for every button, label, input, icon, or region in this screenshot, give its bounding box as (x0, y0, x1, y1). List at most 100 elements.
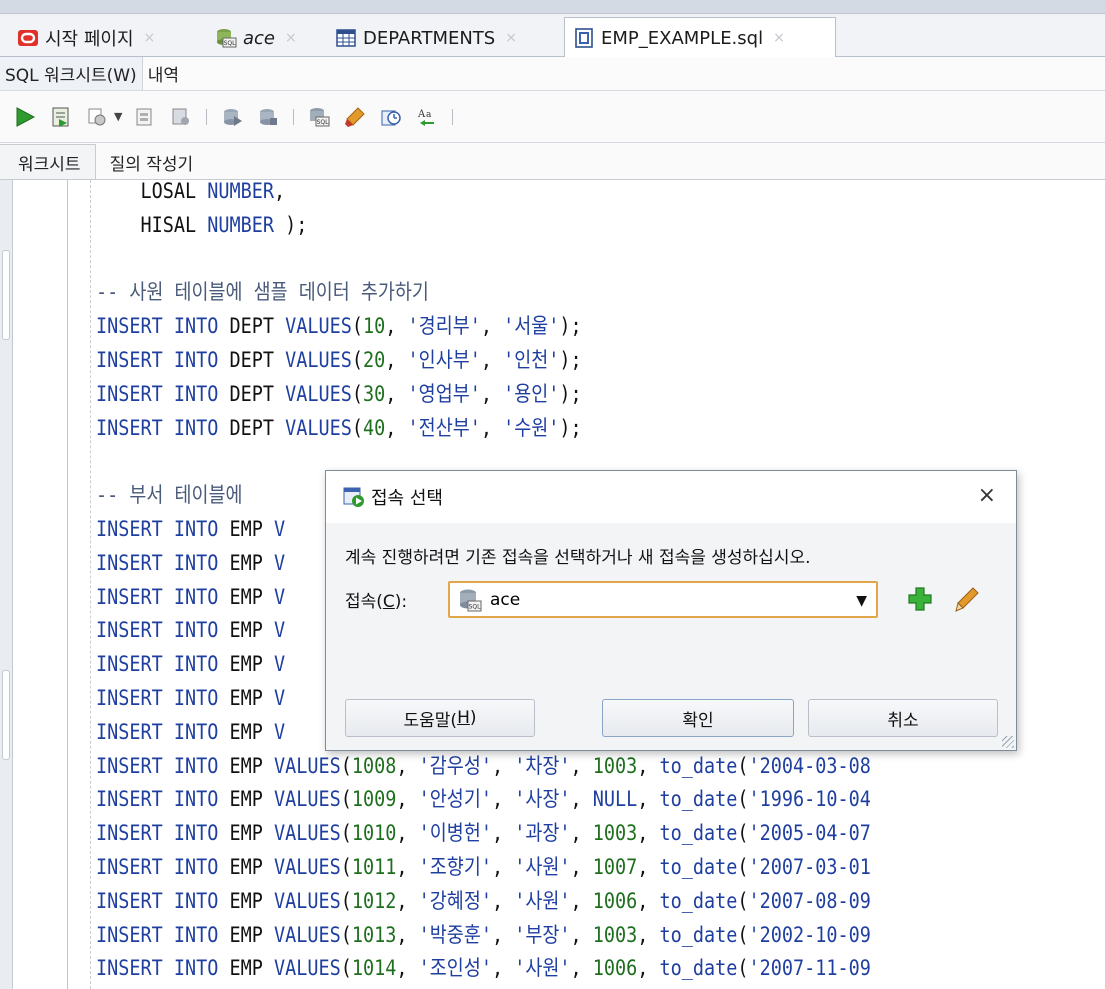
code-token: INSERT INTO (96, 347, 230, 372)
chevron-down-icon[interactable]: ▼ (114, 110, 122, 123)
code-line[interactable]: INSERT INTO EMP VALUES(1013, '박중훈', '부장'… (96, 919, 997, 953)
code-token: , (637, 753, 660, 778)
sql-tuning-icon[interactable] (168, 104, 194, 130)
code-token: 1006 (592, 956, 638, 981)
commit-icon[interactable] (219, 104, 245, 130)
code-token: , (396, 787, 419, 812)
run-script-icon[interactable] (48, 104, 74, 130)
close-icon[interactable]: × (144, 30, 156, 46)
code-line[interactable]: INSERT INTO DEPT VALUES(20, '인사부', '인천')… (96, 344, 997, 378)
code-token: -- 사원 테이블에 샘플 데이터 추가하기 (96, 280, 429, 305)
code-token: INSERT INTO (96, 618, 230, 643)
code-line[interactable]: -- 사원 테이블에 샘플 데이터 추가하기 (96, 276, 997, 310)
code-token: 30 (363, 381, 386, 406)
history-icon[interactable] (378, 104, 404, 130)
close-icon[interactable]: × (978, 485, 996, 507)
dialog-titlebar[interactable]: 접속 선택 × (326, 471, 1016, 523)
code-line[interactable] (96, 243, 997, 277)
code-token: ); (559, 314, 582, 339)
code-line[interactable]: INSERT INTO EMP VALUES(1010, '이병헌', '과장'… (96, 817, 997, 851)
code-token: , (480, 415, 504, 440)
code-line[interactable]: INSERT INTO EMP VALUES(1014, '조인성', '사원'… (96, 952, 997, 986)
code-token: INSERT INTO (96, 821, 230, 846)
close-icon[interactable]: × (505, 30, 517, 46)
code-token: VALUES (285, 314, 352, 339)
code-token: INSERT INTO (96, 753, 230, 778)
tab-emp-example-sql[interactable]: EMP_EXAMPLE.sql × (564, 17, 836, 58)
code-token: 1003 (592, 821, 638, 846)
side-panel-handle[interactable] (2, 250, 10, 340)
code-token: 1003 (592, 922, 638, 947)
tab-worksheet[interactable]: 워크시트 (0, 144, 96, 179)
code-token: ( (351, 314, 364, 339)
tab-history[interactable]: 내역 (143, 57, 184, 90)
code-token: NUMBER (207, 180, 275, 203)
code-token: to_date (659, 821, 738, 846)
code-line[interactable]: INSERT INTO EMP VALUES(1011, '조향기', '사원'… (96, 851, 997, 885)
code-token: 20 (363, 347, 386, 372)
tab-start-page[interactable]: 시작 페이지 × (8, 18, 204, 57)
code-line[interactable]: INSERT INTO DEPT VALUES(10, '경리부', '서울')… (96, 310, 997, 344)
code-token: '2007-08-09 (748, 888, 871, 913)
code-line[interactable]: INSERT INTO EMP VALUES(1009, '안성기', '사장'… (96, 783, 997, 817)
code-token: , (385, 314, 408, 339)
code-line[interactable]: INSERT INTO EMP VALUES(1012, '강혜정', '사원'… (96, 885, 997, 919)
dialog-title: 접속 선택 (371, 488, 443, 509)
clear-icon[interactable] (342, 104, 368, 130)
run-statement-icon[interactable] (12, 104, 38, 130)
tab-query-builder[interactable]: 질의 작성기 (96, 145, 208, 179)
code-token: VALUES (285, 415, 352, 440)
sql-worksheet-subtabs: SQL 워크시트(W) 내역 (0, 57, 1105, 91)
edit-connection-icon[interactable] (953, 585, 981, 613)
code-token: -- 부서 테이블에 (96, 483, 254, 508)
database-connection-icon: SQL (215, 27, 237, 49)
explain-plan-icon[interactable] (132, 104, 158, 130)
unshared-sql-icon[interactable]: SQL (306, 104, 332, 130)
code-token: ( (340, 821, 352, 846)
chevron-down-icon[interactable]: ▼ (856, 593, 867, 609)
code-line[interactable]: HISAL NUMBER ); (96, 209, 997, 243)
tab-sql-worksheet[interactable]: SQL 워크시트(W) (0, 57, 143, 90)
tab-label: EMP_EXAMPLE.sql (601, 27, 764, 49)
resize-grip[interactable] (1002, 736, 1014, 748)
code-token: VALUES (274, 922, 341, 947)
close-icon[interactable]: × (285, 30, 297, 46)
side-panel-handle[interactable] (2, 670, 10, 760)
code-token: ( (737, 821, 749, 846)
code-token: INSERT INTO (96, 415, 230, 440)
dialog-message: 계속 진행하려면 기존 접속을 선택하거나 새 접속을 생성하십시오. (345, 548, 811, 568)
code-line[interactable]: INSERT INTO DEPT VALUES(40, '전산부', '수원')… (96, 412, 997, 446)
close-icon[interactable]: × (773, 30, 785, 46)
autotrace-icon[interactable] (84, 104, 110, 130)
code-token: , (385, 381, 408, 406)
rollback-icon[interactable] (255, 104, 281, 130)
help-button[interactable]: 도움말(H) (345, 699, 535, 737)
code-token: ( (340, 956, 352, 981)
ok-button[interactable]: 확인 (602, 699, 794, 737)
tab-departments[interactable]: DEPARTMENTS × (326, 18, 562, 57)
code-token: EMP (229, 956, 275, 981)
code-token: 1009 (351, 787, 397, 812)
tab-ace[interactable]: SQL ace × (206, 18, 324, 57)
code-token: ( (340, 787, 352, 812)
format-icon[interactable]: Aa (414, 104, 440, 130)
code-line[interactable]: INSERT INTO DEPT VALUES(30, '영업부', '용인')… (96, 378, 997, 412)
connection-select[interactable]: SQL ace ▼ (448, 581, 878, 618)
code-token: 1007 (592, 854, 638, 879)
code-token: NULL (592, 787, 638, 812)
code-line[interactable]: INSERT INTO EMP VALUES(1008, '감우성', '차장'… (96, 750, 997, 784)
code-token: ( (737, 956, 749, 981)
tab-label: 시작 페이지 (45, 29, 134, 50)
code-line[interactable]: LOSAL NUMBER, (96, 180, 997, 209)
code-token: , (274, 180, 286, 203)
code-token: '인사부' (407, 347, 481, 372)
code-token: INSERT INTO (96, 516, 230, 541)
add-connection-icon[interactable] (906, 585, 934, 613)
code-token: EMP (229, 719, 275, 744)
code-token: 1011 (351, 854, 397, 879)
code-token: ( (737, 922, 749, 947)
code-token: INSERT INTO (96, 584, 230, 609)
code-token: EMP (229, 652, 275, 677)
cancel-button[interactable]: 취소 (808, 699, 998, 737)
tab-label: DEPARTMENTS (363, 27, 496, 49)
